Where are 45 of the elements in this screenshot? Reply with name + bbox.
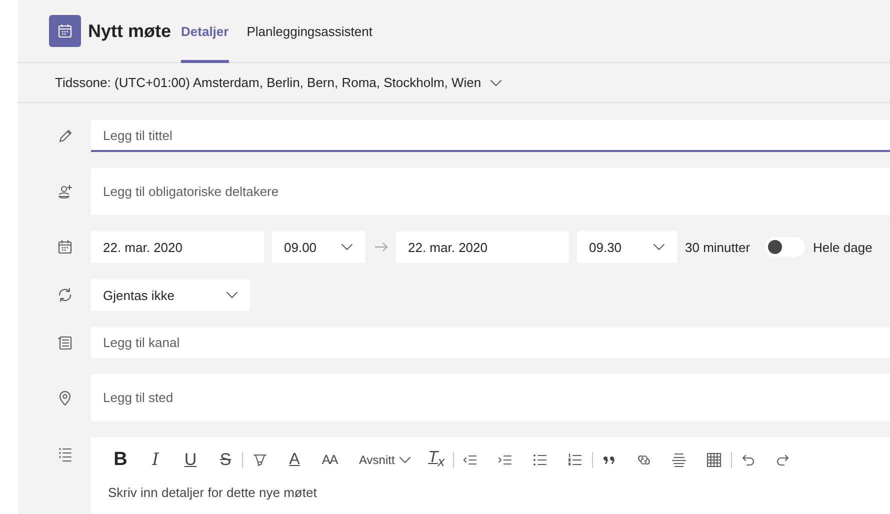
calendar-icon (57, 239, 73, 255)
chevron-down-icon (398, 456, 411, 464)
date-field[interactable]: 22. mar. 2020 (91, 231, 264, 263)
clear-formatting-button[interactable]: T$_{x}$ (418, 446, 454, 474)
chevron-down-icon (226, 291, 238, 299)
font-color-button[interactable]: A (277, 446, 312, 474)
tab[interactable]: Planleggingsassistent (246, 0, 372, 62)
chevron-down-icon (341, 243, 353, 251)
app-calendar-icon (49, 15, 81, 47)
time-dropdown[interactable]: 09.30 (577, 231, 677, 263)
arrow-right-icon (374, 242, 388, 252)
tab[interactable]: Detaljer (181, 0, 229, 62)
bulleted-list-icon (532, 452, 548, 468)
title-field[interactable]: Legg til tittel (91, 120, 890, 152)
italic-button[interactable]: I (138, 446, 173, 474)
font-size-button[interactable]: AA (312, 446, 347, 474)
timezone-dropdown[interactable]: Tidssone: (UTC+01:00) Amsterdam, Berlin, Bern, Roma, Stockholm, Wien (55, 63, 502, 102)
underline-button[interactable]: U (173, 446, 208, 474)
bulleted-details-icon (57, 446, 73, 462)
location-pin-icon (57, 390, 73, 406)
date-field[interactable]: 22. mar. 2020 (396, 231, 569, 263)
all-day-label: Hele dage (813, 240, 872, 254)
meeting-title: Nytt møte (88, 20, 172, 42)
add-person-icon (57, 184, 73, 200)
numbered-list-icon (567, 452, 584, 468)
highlighter-icon (252, 452, 268, 468)
details-editor[interactable]: B I U S A AA Avsnitt T$_{x}$ Skriv inn detaljer for dette nye møtet (91, 437, 890, 514)
repeat-icon (57, 287, 73, 303)
time-dropdown[interactable]: 09.00 (272, 231, 365, 263)
chevron-down-icon (490, 78, 502, 86)
channel-icon (57, 335, 73, 351)
pencil-icon (57, 128, 73, 144)
horizontal-line-icon (671, 452, 688, 468)
channel-field[interactable]: Legg til kanal (91, 327, 890, 358)
all-day-toggle[interactable] (765, 237, 806, 257)
chevron-down-icon (653, 243, 665, 251)
paragraph-dropdown[interactable]: Avsnitt (347, 446, 419, 474)
strikethrough-button[interactable]: S (208, 446, 243, 474)
details-placeholder: Skriv inn detaljer for dette nye møtet (108, 485, 318, 500)
duration-label: 30 minutter (685, 240, 750, 254)
repeat-dropdown[interactable]: Gjentas ikke (91, 279, 250, 311)
table-icon (706, 452, 722, 468)
location-field[interactable]: Legg til sted (91, 374, 890, 421)
bold-button[interactable]: B (103, 446, 138, 474)
attendees-field[interactable]: Legg til obligatoriske deltakere (91, 168, 890, 215)
